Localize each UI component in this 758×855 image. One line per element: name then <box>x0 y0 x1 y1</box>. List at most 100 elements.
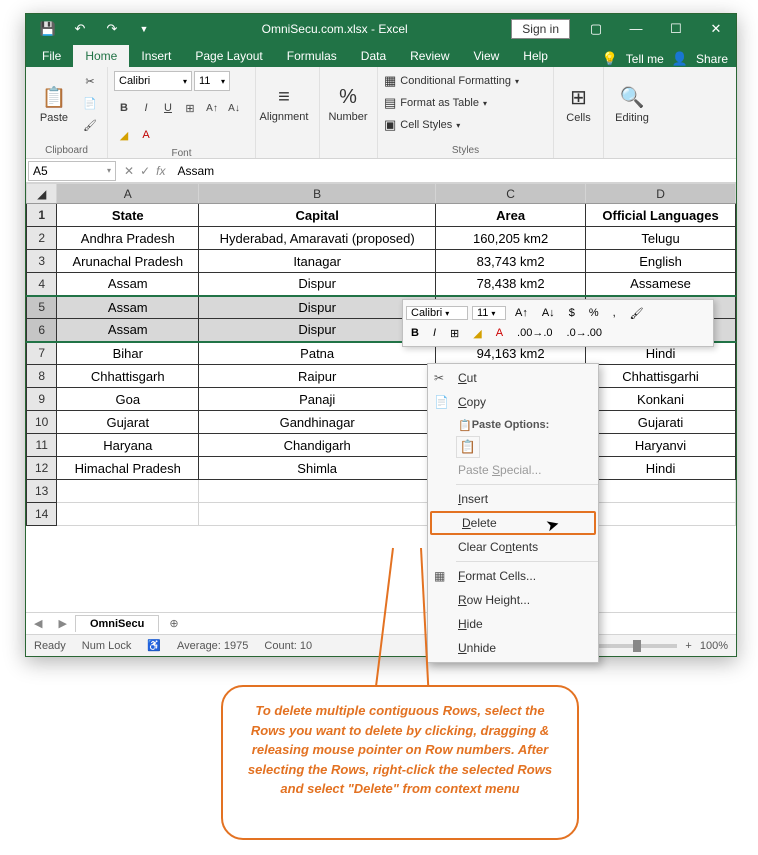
conditional-formatting-button[interactable]: ▦Conditional Formatting▾ <box>384 71 519 91</box>
zoom-in-button[interactable]: + <box>685 640 691 652</box>
underline-button[interactable]: U <box>158 98 178 118</box>
mini-decrease-decimal-icon[interactable]: .00→.0 <box>512 324 557 342</box>
row-header-10[interactable]: 10 <box>27 411 57 434</box>
add-sheet-button[interactable]: ⊕ <box>159 617 188 630</box>
format-painter-icon[interactable]: 🖌 <box>80 115 100 135</box>
tab-file[interactable]: File <box>30 45 73 67</box>
font-size-select[interactable]: 11 ▾ <box>194 71 230 91</box>
ctx-paste-default[interactable]: 📋 <box>456 436 480 458</box>
tab-formulas[interactable]: Formulas <box>275 45 349 67</box>
sheet-nav-prev-icon[interactable]: ◀ <box>26 617 50 630</box>
tab-view[interactable]: View <box>462 45 512 67</box>
tab-home[interactable]: Home <box>73 45 129 67</box>
ctx-format-cells[interactable]: ▦Format Cells... <box>428 564 598 588</box>
ctx-insert[interactable]: Insert <box>428 487 598 511</box>
tab-help[interactable]: Help <box>511 45 560 67</box>
fx-icon[interactable]: fx <box>156 164 165 178</box>
paste-button[interactable]: 📋 Paste <box>32 71 76 137</box>
mini-decrease-font-icon[interactable]: A↓ <box>537 304 560 322</box>
row-header-6[interactable]: 6 <box>27 319 57 342</box>
fill-color-button[interactable]: ◢ <box>114 125 134 145</box>
zoom-slider[interactable] <box>597 644 677 648</box>
tab-review[interactable]: Review <box>398 45 461 67</box>
row-header-12[interactable]: 12 <box>27 457 57 480</box>
col-header-b[interactable]: B <box>199 184 436 204</box>
maximize-icon[interactable]: ☐ <box>656 14 696 43</box>
save-icon[interactable]: 💾 <box>34 17 62 41</box>
col-header-d[interactable]: D <box>586 184 736 204</box>
accept-formula-icon[interactable]: ✓ <box>140 164 150 178</box>
ribbon-options-icon[interactable]: ▢ <box>576 14 616 43</box>
copy-icon[interactable]: 📄 <box>80 93 100 113</box>
ctx-hide[interactable]: Hide <box>428 612 598 636</box>
row-header-11[interactable]: 11 <box>27 434 57 457</box>
share-button[interactable]: Share <box>696 52 728 66</box>
font-color-button[interactable]: A <box>136 125 156 145</box>
col-header-c[interactable]: C <box>436 184 586 204</box>
font-name-select[interactable]: Calibri ▾ <box>114 71 192 91</box>
ctx-cut[interactable]: ✂Cut <box>428 366 598 390</box>
font-decrease-button[interactable]: A↓ <box>224 98 244 118</box>
formula-input[interactable] <box>171 161 736 181</box>
mini-format-painter-icon[interactable]: 🖌 <box>625 304 649 322</box>
undo-icon[interactable]: ↶ <box>66 17 94 41</box>
row-header-5[interactable]: 5 <box>27 296 57 319</box>
tab-insert[interactable]: Insert <box>129 45 183 67</box>
tab-page-layout[interactable]: Page Layout <box>183 45 274 67</box>
select-all-button[interactable]: ◢ <box>27 184 57 204</box>
signin-button[interactable]: Sign in <box>511 19 570 39</box>
ctx-row-height[interactable]: Row Height... <box>428 588 598 612</box>
mini-border-icon[interactable]: ⊞ <box>445 324 464 342</box>
sheet-nav-next-icon[interactable]: ▶ <box>50 617 74 630</box>
row-header-4[interactable]: 4 <box>27 273 57 296</box>
row-header-14[interactable]: 14 <box>27 503 57 526</box>
row-header-2[interactable]: 2 <box>27 227 57 250</box>
editing-button[interactable]: 🔍Editing <box>610 71 654 137</box>
mini-increase-font-icon[interactable]: A↑ <box>510 304 533 322</box>
mini-fill-icon[interactable]: ◢ <box>468 324 486 342</box>
ctx-delete[interactable]: Delete <box>430 511 596 535</box>
mini-italic-icon[interactable]: I <box>428 324 441 342</box>
mini-comma-icon[interactable]: , <box>608 304 621 322</box>
col-header-a[interactable]: A <box>57 184 199 204</box>
cancel-formula-icon[interactable]: ✕ <box>124 164 134 178</box>
mini-currency-icon[interactable]: $ <box>564 304 580 322</box>
row-header-7[interactable]: 7 <box>27 342 57 365</box>
minimize-icon[interactable]: — <box>616 14 656 43</box>
close-icon[interactable]: ✕ <box>696 14 736 43</box>
worksheet-grid[interactable]: ◢ A B C D 1 StateCapitalAreaOfficial Lan… <box>26 183 736 612</box>
mini-increase-decimal-icon[interactable]: .0→.00 <box>562 324 607 342</box>
zoom-level[interactable]: 100% <box>700 640 728 652</box>
ctx-unhide[interactable]: Unhide <box>428 636 598 660</box>
format-as-table-button[interactable]: ▤Format as Table▾ <box>384 93 487 113</box>
bold-button[interactable]: B <box>114 98 134 118</box>
number-button[interactable]: %Number <box>326 71 370 137</box>
sheet-tab-active[interactable]: OmniSecu <box>75 615 159 632</box>
row-header-13[interactable]: 13 <box>27 480 57 503</box>
row-header-1[interactable]: 1 <box>27 204 57 227</box>
italic-button[interactable]: I <box>136 98 156 118</box>
tell-me-input[interactable]: Tell me <box>626 52 664 66</box>
mini-percent-icon[interactable]: % <box>584 304 604 322</box>
row-header-3[interactable]: 3 <box>27 250 57 273</box>
ctx-copy[interactable]: 📄Copy <box>428 390 598 414</box>
mini-size-select[interactable]: 11▾ <box>472 306 506 320</box>
ctx-paste-special[interactable]: Paste Special... <box>428 458 598 482</box>
status-accessibility-icon[interactable]: ♿ <box>147 639 161 652</box>
ctx-clear-contents[interactable]: Clear Contents <box>428 535 598 559</box>
qat-dropdown-icon[interactable]: ▼ <box>130 17 158 41</box>
mini-font-select[interactable]: Calibri▾ <box>406 306 468 320</box>
tab-data[interactable]: Data <box>349 45 398 67</box>
share-icon[interactable]: 👤 <box>672 51 688 67</box>
row-header-9[interactable]: 9 <box>27 388 57 411</box>
mini-bold-icon[interactable]: B <box>406 324 424 342</box>
name-box[interactable]: A5▾ <box>28 161 116 181</box>
column-headers[interactable]: ◢ A B C D <box>27 184 736 204</box>
alignment-button[interactable]: ≡Alignment <box>262 71 306 137</box>
font-increase-button[interactable]: A↑ <box>202 98 222 118</box>
cells-button[interactable]: ⊞Cells <box>560 71 597 137</box>
cell-styles-button[interactable]: ▣Cell Styles▾ <box>384 115 460 135</box>
border-button[interactable]: ⊞ <box>180 98 200 118</box>
lightbulb-icon[interactable]: 💡 <box>602 51 618 67</box>
mini-font-color-icon[interactable]: A <box>491 324 508 342</box>
